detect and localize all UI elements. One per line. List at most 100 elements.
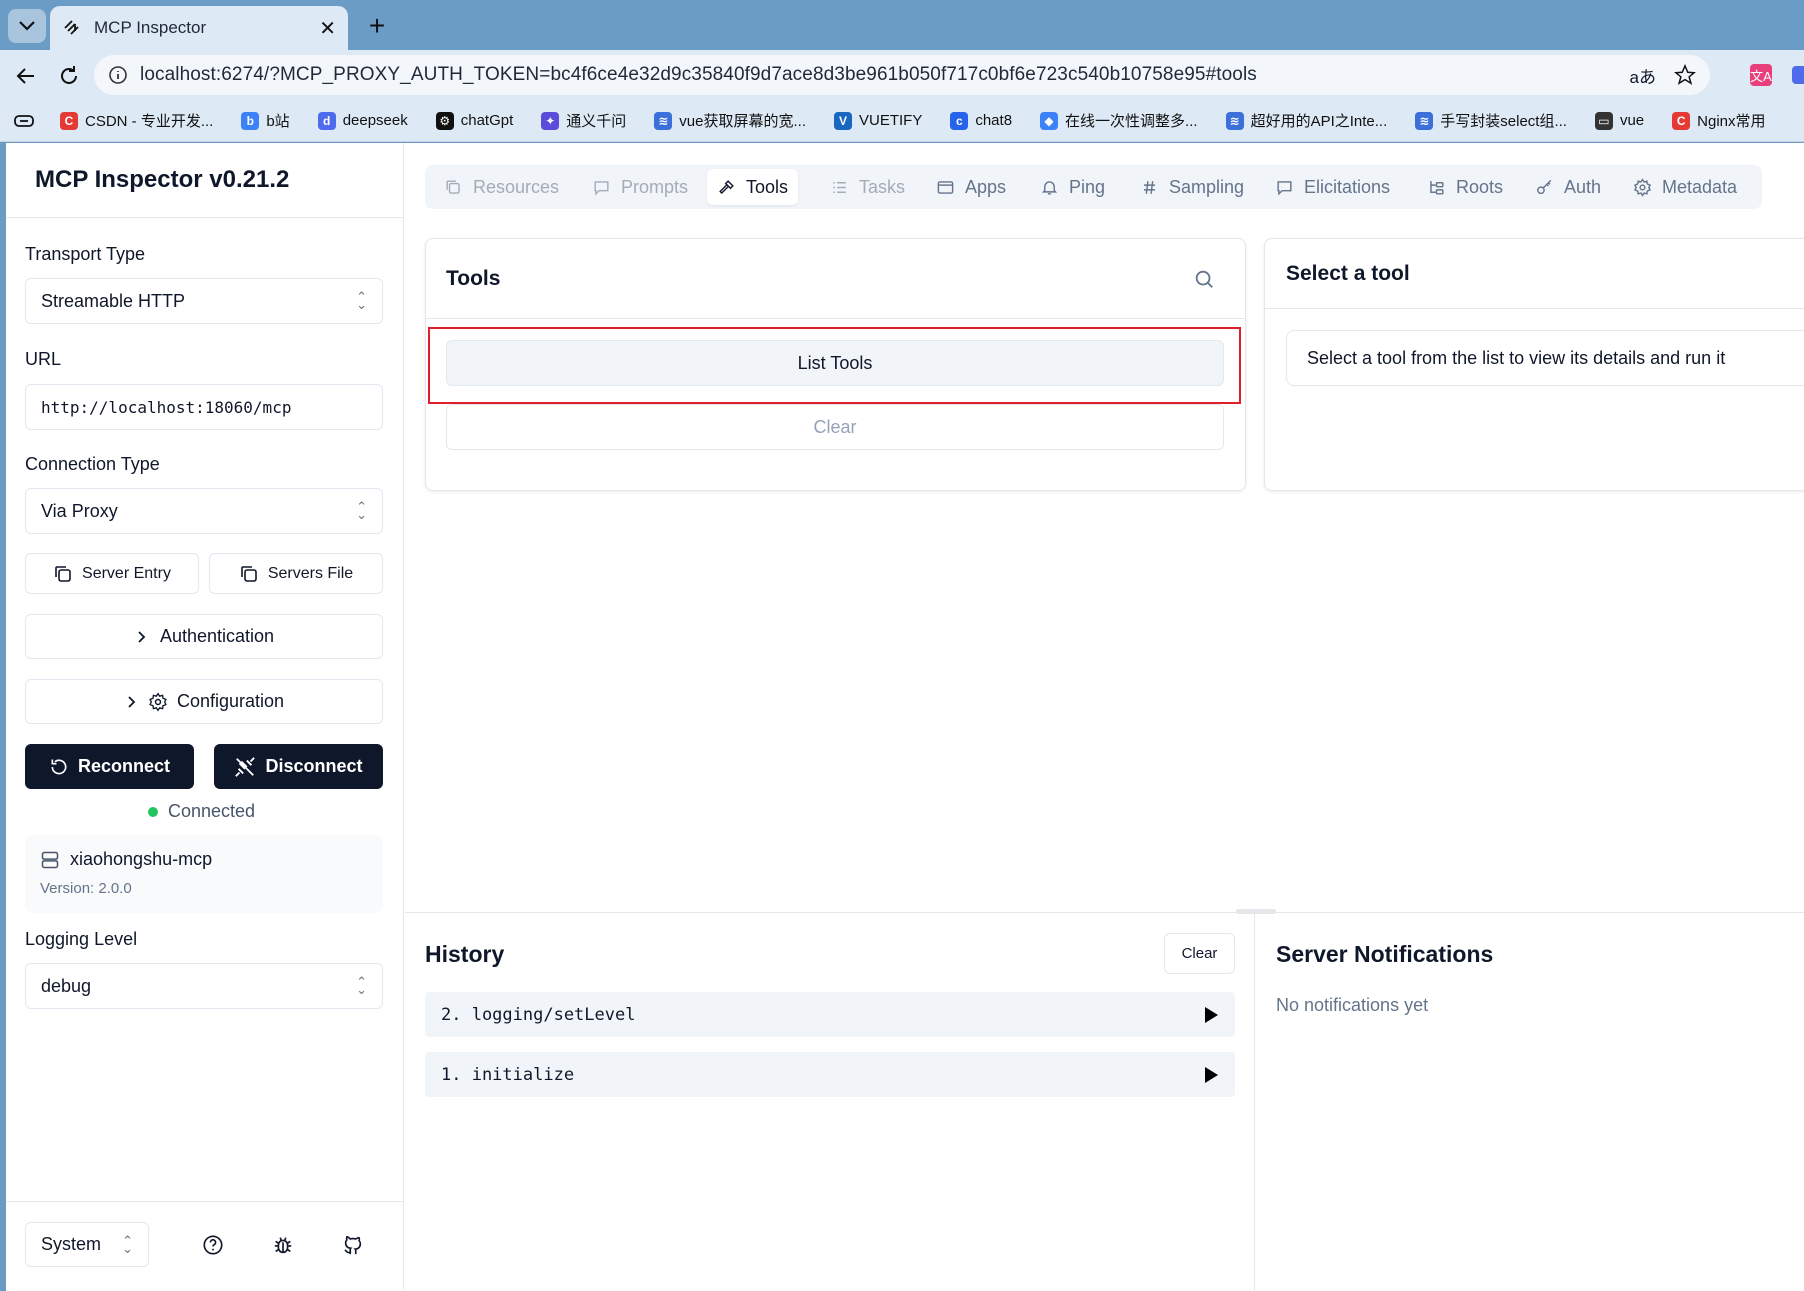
bell-icon [1040,178,1059,197]
star-icon[interactable] [1674,64,1696,86]
message-icon [1275,178,1294,197]
tab-elicitations[interactable]: Elicitations [1265,169,1400,205]
bookmark-item[interactable]: V VUETIFY [834,111,922,130]
logging-level-select[interactable]: debug ⌃ ⌄ [25,963,383,1009]
github-icon[interactable] [342,1234,364,1256]
connection-status: Connected [148,801,255,822]
copy-icon [55,565,71,582]
settings-icon [1633,177,1652,197]
select-tool-alert: Select a tool from the list to view its … [1286,330,1804,386]
bookmark-item[interactable]: d deepseek [317,111,408,130]
tab-prompts[interactable]: Prompts [582,169,698,205]
url-input[interactable]: http://localhost:18060/mcp [25,384,383,430]
url-text[interactable]: localhost:6274/?MCP_PROXY_AUTH_TOKEN=bc4… [140,64,1257,86]
bookmark-item[interactable]: ◆ 在线一次性调整多... [1040,110,1198,131]
bookmark-item[interactable]: ✦ 通义千问 [541,110,626,131]
tab-label: Resources [473,176,560,197]
configuration-button[interactable]: Configuration [25,679,383,724]
resize-handle[interactable] [1236,909,1276,914]
tools-title: Tools [446,267,501,290]
tool-details-divider [1265,308,1804,309]
chevron-down-icon [19,21,35,31]
bookmark-item[interactable]: ⚙ chatGpt [435,111,514,130]
tab-apps[interactable]: Apps [926,169,1016,205]
tab-sampling[interactable]: Sampling [1130,169,1254,205]
status-text: Connected [168,801,256,821]
bookmark-item[interactable]: c chat8 [950,111,1012,130]
tab-metadata[interactable]: Metadata [1623,169,1747,205]
close-tab-icon[interactable]: ✕ [319,16,336,41]
tab-ping[interactable]: Ping [1030,169,1115,205]
logging-level-value: debug [41,975,92,996]
mcp-favicon-icon [64,20,79,35]
clear-tools-label: Clear [813,416,857,437]
tab-label: Tools [746,176,789,197]
tab-resources[interactable]: Resources [434,169,569,205]
disconnect-button[interactable]: Disconnect [214,744,383,789]
play-icon[interactable] [1203,1066,1219,1084]
translate-icon[interactable]: aあ [1630,63,1656,88]
list-tools-button[interactable]: List Tools [446,340,1224,386]
bookmark-item[interactable]: C Nginx常用 [1672,110,1766,131]
server-version: Version: 2.0.0 [40,880,132,897]
tab-search-button[interactable] [8,9,46,43]
clear-history-button[interactable]: Clear [1164,933,1235,974]
transport-type-value: Streamable HTTP [41,290,186,311]
chevrons-up-down-icon: ⌃ ⌄ [356,499,367,522]
back-icon[interactable] [12,62,40,90]
help-icon[interactable] [202,1234,224,1256]
list-icon [830,178,849,197]
bookmark-favicon-icon: ▭ [1594,111,1613,130]
chevron-right-icon [138,630,146,643]
chevrons-up-down-icon: ⌃ ⌄ [356,289,367,312]
tab-groups-icon[interactable] [14,114,34,128]
theme-select[interactable]: System ⌃ ⌄ [25,1222,149,1267]
tab-tasks[interactable]: Tasks [820,169,915,205]
app-title: MCP Inspector v0.21.2 [35,166,290,193]
bookmark-item[interactable]: ≋ 手写封装select组... [1415,110,1567,131]
unplug-icon [235,756,256,777]
reconnect-button[interactable]: Reconnect [25,744,194,789]
bookmark-label: chatGpt [460,112,514,129]
bookmark-item[interactable]: C CSDN - 专业开发... [60,110,213,131]
history-item[interactable]: 2. logging/setLevel [425,992,1235,1037]
address-bar[interactable]: localhost:6274/?MCP_PROXY_AUTH_TOKEN=bc4… [94,55,1710,95]
new-tab-button[interactable]: + [360,10,394,42]
settings-icon [149,691,167,712]
reload-icon[interactable] [55,62,83,90]
transport-type-select[interactable]: Streamable HTTP ⌃ ⌄ [25,278,383,324]
search-icon[interactable] [1193,268,1215,290]
tab-label: Auth [1564,176,1602,197]
clear-tools-button[interactable]: Clear [446,404,1224,450]
connection-type-select[interactable]: Via Proxy ⌃ ⌄ [25,488,383,534]
tab-auth[interactable]: Auth [1525,169,1611,205]
extension-translate-icon[interactable]: 文A [1750,64,1772,86]
bookmark-item[interactable]: ▭ vue [1594,111,1644,130]
bookmark-label: CSDN - 专业开发... [85,113,214,130]
bookmark-item[interactable]: b b站 [241,110,290,131]
bookmark-favicon-icon: ⚙ [435,111,454,130]
url-input-value[interactable]: http://localhost:18060/mcp [41,398,291,417]
browser-tab[interactable]: MCP Inspector ✕ [50,6,348,50]
authentication-button[interactable]: Authentication [25,614,383,659]
sidebar-footer-divider [6,1201,404,1202]
servers-file-button[interactable]: Servers File [209,553,383,594]
tab-label: Ping [1069,176,1106,197]
bookmark-favicon-icon: C [1672,111,1691,130]
bug-icon[interactable] [272,1234,294,1256]
history-notifications-divider [1254,913,1255,1291]
server-entry-button[interactable]: Server Entry [25,553,199,594]
bookmark-item[interactable]: ≋ vue获取屏幕的宽... [654,110,806,131]
bookmark-favicon-icon: b [241,111,260,130]
bookmark-label: vue获取屏幕的宽... [679,113,806,130]
play-icon[interactable] [1203,1006,1219,1024]
tab-tools[interactable]: Tools [707,169,799,205]
history-item[interactable]: 1. initialize [425,1052,1235,1097]
server-info-card [25,835,383,913]
reconnect-label: Reconnect [77,756,171,776]
bookmark-item[interactable]: ≋ 超好用的API之Inte... [1225,110,1387,131]
tab-roots[interactable]: Roots [1417,169,1513,205]
extension-icon[interactable] [1792,66,1804,84]
info-icon[interactable] [108,65,128,85]
list-tools-label: List Tools [797,352,873,373]
